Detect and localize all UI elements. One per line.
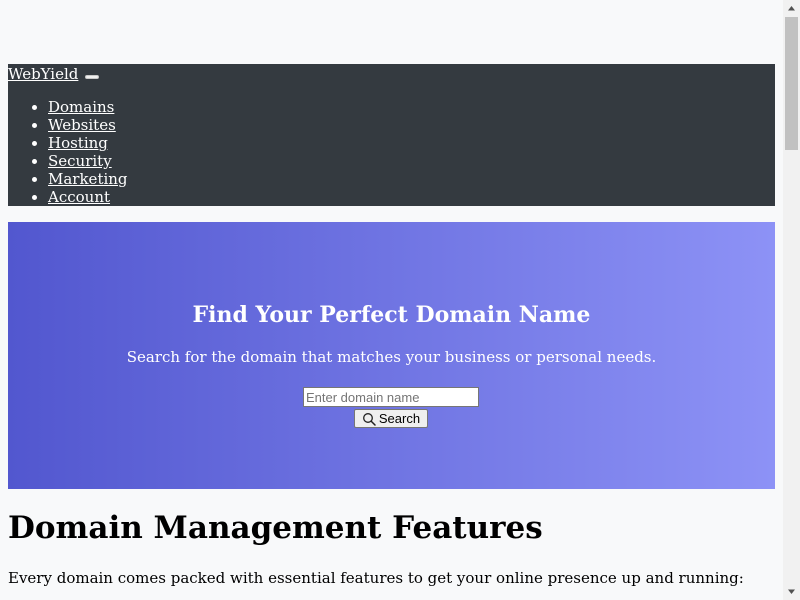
hero-title: Find Your Perfect Domain Name [192,302,591,328]
nav-link-account[interactable]: Account [48,188,110,206]
search-button-label: Search [378,411,421,426]
page: WebYield Domains Websites Hosting Securi… [0,0,783,600]
search-button[interactable]: Search [354,409,428,428]
scroll-down-arrow-icon[interactable] [783,583,800,600]
brand-link[interactable]: WebYield [8,65,78,83]
search-icon [362,412,376,426]
nav-item-security: Security [48,152,128,170]
domain-search-input[interactable] [303,387,479,407]
nav-item-account: Account [48,188,128,206]
hero-subtitle: Search for the domain that matches your … [126,348,657,366]
features-description: Every domain comes packed with essential… [8,569,744,587]
vertical-scrollbar[interactable] [783,0,800,600]
scrollbar-thumb[interactable] [785,17,798,150]
navbar-toggler-button[interactable] [85,75,99,79]
nav-item-marketing: Marketing [48,170,128,188]
nav-link-websites[interactable]: Websites [48,116,116,134]
nav-item-hosting: Hosting [48,134,128,152]
nav-link-domains[interactable]: Domains [48,98,114,116]
nav-item-websites: Websites [48,116,128,134]
nav-item-domains: Domains [48,98,128,116]
nav-link-marketing[interactable]: Marketing [48,170,128,188]
nav-link-hosting[interactable]: Hosting [48,134,108,152]
hero-section: Find Your Perfect Domain Name Search for… [8,222,775,489]
nav-link-security[interactable]: Security [48,152,112,170]
features-title: Domain Management Features [8,510,543,546]
navbar: WebYield Domains Websites Hosting Securi… [8,64,775,206]
nav-list: Domains Websites Hosting Security Market… [8,98,128,206]
scroll-up-arrow-icon[interactable] [783,0,800,17]
